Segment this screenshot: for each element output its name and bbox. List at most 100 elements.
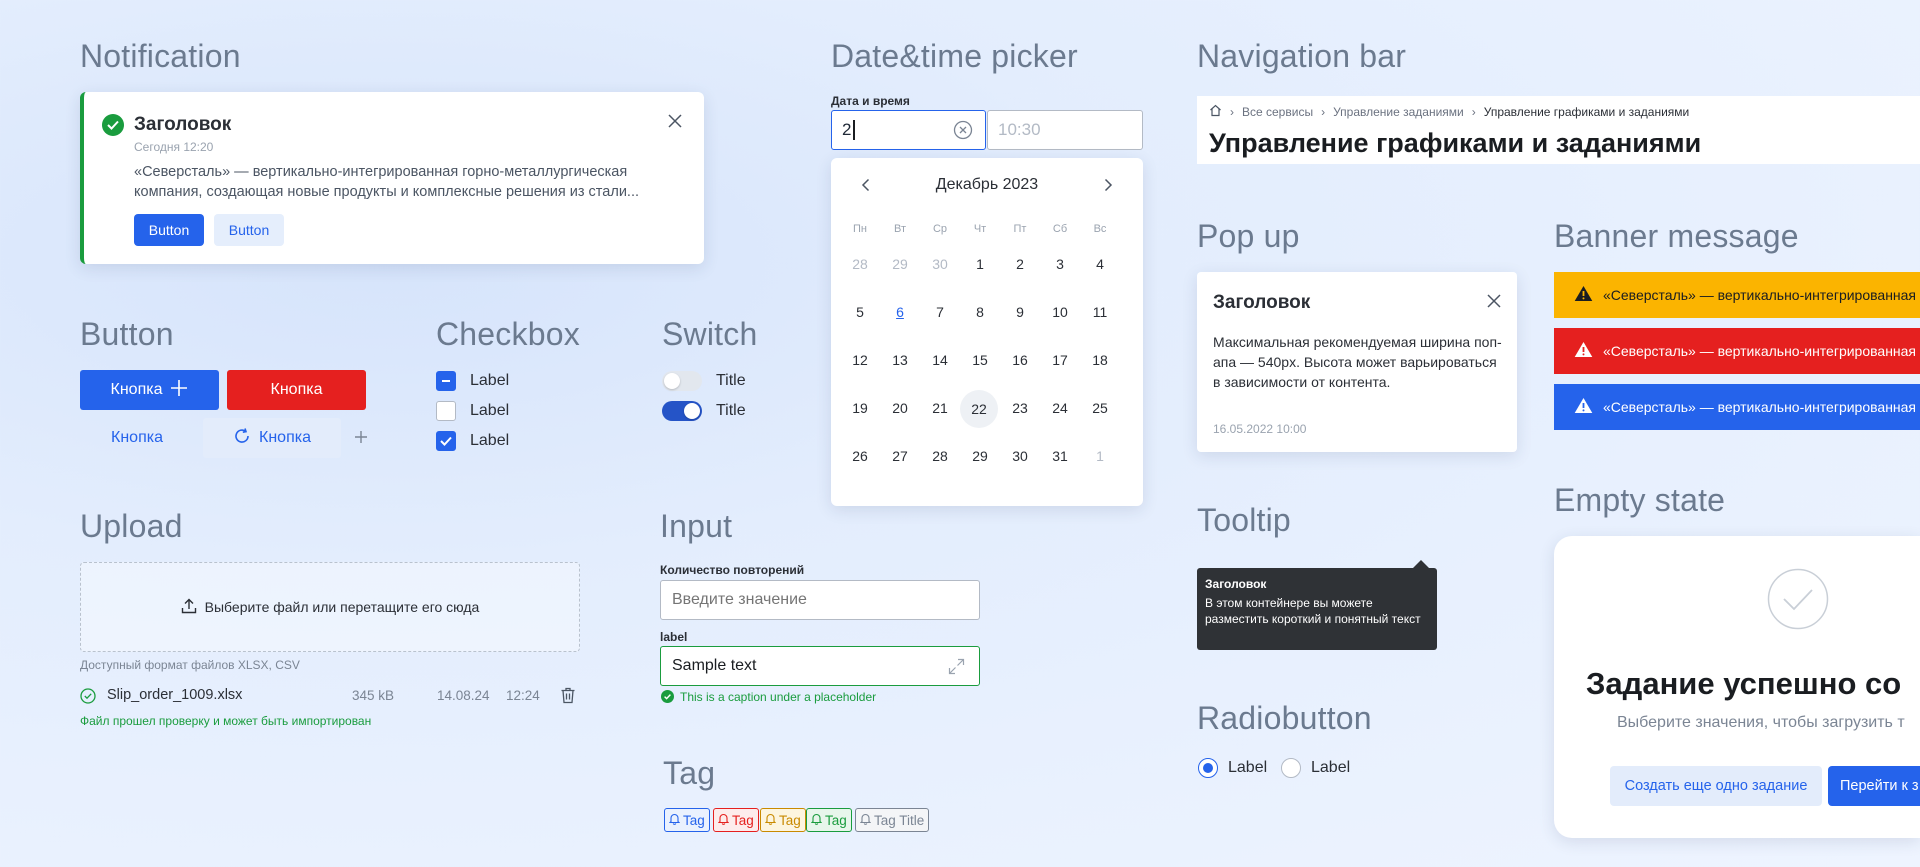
- checkbox-label: Label: [470, 372, 510, 389]
- calendar-day[interactable]: 22: [960, 390, 998, 428]
- calendar-day[interactable]: 18: [1080, 342, 1120, 378]
- calendar-day[interactable]: 25: [1080, 390, 1120, 426]
- switch-off[interactable]: Title: [662, 371, 746, 391]
- input-caption: This is a caption under a placeholder: [680, 690, 877, 704]
- calendar-day[interactable]: 17: [1040, 342, 1080, 378]
- checkbox-box[interactable]: [436, 371, 456, 391]
- calendar-day[interactable]: 21: [920, 390, 960, 426]
- calendar-day[interactable]: 26: [840, 438, 880, 474]
- primary-add-button[interactable]: Кнопка: [80, 370, 219, 410]
- tag[interactable]: Tag: [760, 808, 806, 832]
- calendar-day[interactable]: 6: [880, 294, 920, 330]
- calendar-day[interactable]: 28: [920, 438, 960, 474]
- file-time: 12:24: [506, 688, 540, 703]
- calendar-day[interactable]: 16: [1000, 342, 1040, 378]
- calendar-day[interactable]: 10: [1040, 294, 1080, 330]
- upload-icon: [181, 598, 197, 617]
- switch-toggle[interactable]: [662, 371, 702, 391]
- tooltip: Заголовок В этом контейнере вы можете ра…: [1197, 568, 1437, 650]
- calendar-day[interactable]: 29: [880, 246, 920, 282]
- radio-checked[interactable]: Label: [1198, 758, 1267, 778]
- popup-date: 16.05.2022 10:00: [1213, 422, 1307, 436]
- radio-circle[interactable]: [1198, 758, 1218, 778]
- close-icon[interactable]: [668, 114, 682, 133]
- input-label-repeats: Количество повторений: [660, 563, 805, 577]
- date-input[interactable]: 2: [831, 110, 986, 150]
- calendar-day[interactable]: 5: [840, 294, 880, 330]
- close-icon[interactable]: [1487, 294, 1501, 313]
- tag[interactable]: Tag: [713, 808, 759, 832]
- create-another-task-button[interactable]: Создать еще одно задание: [1610, 766, 1822, 806]
- calendar-day[interactable]: 19: [840, 390, 880, 426]
- notification-title: Заголовок: [134, 114, 232, 135]
- switch-toggle[interactable]: [662, 401, 702, 421]
- tag[interactable]: Tag: [664, 808, 710, 832]
- switch-on[interactable]: Title: [662, 401, 746, 421]
- calendar-day[interactable]: 1: [960, 246, 1000, 282]
- go-to-task-button[interactable]: Перейти к з: [1828, 766, 1920, 806]
- plus-icon-button[interactable]: [354, 430, 368, 449]
- breadcrumb-separator-icon: ›: [1471, 105, 1476, 119]
- clear-circle-icon[interactable]: [953, 120, 973, 145]
- upload-dropzone[interactable]: Выберите файл или перетащите его сюда: [80, 562, 580, 652]
- danger-button[interactable]: Кнопка: [227, 370, 366, 410]
- section-title-switch: Switch: [662, 316, 758, 352]
- checkbox-indeterminate[interactable]: Label: [436, 371, 509, 391]
- plus-icon: [170, 379, 188, 402]
- calendar-day[interactable]: 30: [1000, 438, 1040, 474]
- button-label: Кнопка: [110, 381, 163, 398]
- home-icon[interactable]: [1209, 104, 1222, 120]
- calendar-day[interactable]: 8: [960, 294, 1000, 330]
- time-input-placeholder: 10:30: [998, 120, 1041, 139]
- checkbox-unchecked[interactable]: Label: [436, 401, 509, 421]
- chevron-right-icon[interactable]: [1103, 178, 1113, 197]
- calendar-day[interactable]: 13: [880, 342, 920, 378]
- checkbox-checked[interactable]: Label: [436, 431, 509, 451]
- radio-unchecked[interactable]: Label: [1281, 758, 1350, 778]
- calendar-day[interactable]: 30: [920, 246, 960, 282]
- notification-secondary-button[interactable]: Button: [214, 214, 284, 246]
- calendar-day[interactable]: 3: [1040, 246, 1080, 282]
- breadcrumb-item[interactable]: Все сервисы: [1242, 105, 1313, 119]
- bell-icon: [717, 813, 730, 828]
- calendar-day[interactable]: 29: [960, 438, 1000, 474]
- calendar-day[interactable]: 4: [1080, 246, 1120, 282]
- tag-label: Tag: [732, 812, 754, 828]
- breadcrumb-separator-icon: ›: [1321, 105, 1326, 119]
- calendar-day[interactable]: 28: [840, 246, 880, 282]
- breadcrumb-item[interactable]: Управление заданиями: [1333, 105, 1464, 119]
- calendar-day[interactable]: 15: [960, 342, 1000, 378]
- notification-primary-button[interactable]: Button: [134, 214, 204, 246]
- file-ok-icon: [80, 688, 96, 709]
- ghost-button[interactable]: Кнопка: [80, 418, 194, 458]
- calendar-day[interactable]: 14: [920, 342, 960, 378]
- section-title-navbar: Navigation bar: [1197, 38, 1407, 74]
- calendar-day[interactable]: 7: [920, 294, 960, 330]
- expand-icon[interactable]: [948, 658, 965, 680]
- calendar-day[interactable]: 2: [1000, 246, 1040, 282]
- repeats-input[interactable]: [660, 580, 980, 620]
- loading-button[interactable]: Кнопка: [203, 418, 341, 458]
- sample-text-input[interactable]: Sample text: [660, 646, 980, 686]
- section-title-empty: Empty state: [1554, 482, 1726, 518]
- calendar-day[interactable]: 9: [1000, 294, 1040, 330]
- calendar-day[interactable]: 27: [880, 438, 920, 474]
- checkbox-box[interactable]: [436, 401, 456, 421]
- calendar-day[interactable]: 11: [1080, 294, 1120, 330]
- trash-icon[interactable]: [560, 687, 576, 709]
- checkbox-box[interactable]: [436, 431, 456, 451]
- calendar-day[interactable]: 23: [1000, 390, 1040, 426]
- warning-icon: [1574, 397, 1593, 417]
- tag[interactable]: Tag: [806, 808, 852, 832]
- banner-text: «Северсталь» — вертикально-интегрированн…: [1603, 287, 1917, 303]
- calendar-day[interactable]: 24: [1040, 390, 1080, 426]
- tag[interactable]: Tag Title: [855, 808, 930, 832]
- refresh-icon: [233, 427, 251, 450]
- calendar-day[interactable]: 1: [1080, 438, 1120, 474]
- calendar-weekday: Вс: [1093, 223, 1107, 235]
- radio-circle[interactable]: [1281, 758, 1301, 778]
- calendar-day[interactable]: 12: [840, 342, 880, 378]
- time-input[interactable]: 10:30: [987, 110, 1143, 150]
- calendar-day[interactable]: 20: [880, 390, 920, 426]
- calendar-day[interactable]: 31: [1040, 438, 1080, 474]
